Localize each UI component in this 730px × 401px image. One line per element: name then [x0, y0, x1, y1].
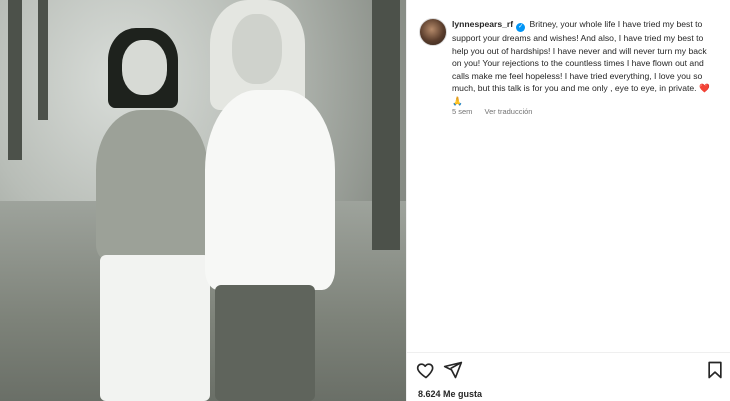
heart-icon[interactable]: [416, 360, 436, 380]
likes-count[interactable]: 8.624 Me gusta: [418, 389, 482, 399]
actions-divider: [407, 352, 730, 353]
post-details-panel: lynnespears_rf ✓ Britney, your whole life…: [407, 0, 730, 401]
bookmark-icon[interactable]: [705, 360, 725, 380]
action-bar: [407, 360, 730, 382]
post-photo[interactable]: [0, 0, 406, 401]
person-face: [122, 40, 167, 95]
likes-number: 8.624: [418, 389, 441, 399]
person-face: [232, 14, 282, 84]
post-meta: 5 sem Ver traducción: [452, 107, 542, 116]
post-caption: lynnespears_rf ✓ Britney, your whole life…: [452, 18, 717, 107]
tree-trunk: [38, 0, 48, 120]
tree-trunk: [372, 0, 400, 250]
person-pants: [100, 255, 210, 401]
person-top: [205, 90, 335, 290]
heart-emoji: ❤️: [698, 83, 710, 93]
person-pants: [215, 285, 315, 401]
username-link[interactable]: lynnespears_rf: [452, 19, 513, 29]
verified-badge-icon: ✓: [516, 23, 526, 32]
avatar[interactable]: [419, 18, 447, 46]
translate-link[interactable]: Ver traducción: [485, 107, 533, 116]
pray-emoji: 🙏: [452, 95, 463, 106]
tree-trunk: [8, 0, 22, 160]
time-ago[interactable]: 5 sem: [452, 107, 472, 116]
likes-label: Me gusta: [443, 389, 483, 399]
person-top: [96, 110, 208, 260]
caption-text: Britney, your whole life I have tried my…: [452, 19, 707, 93]
share-icon[interactable]: [443, 360, 463, 380]
